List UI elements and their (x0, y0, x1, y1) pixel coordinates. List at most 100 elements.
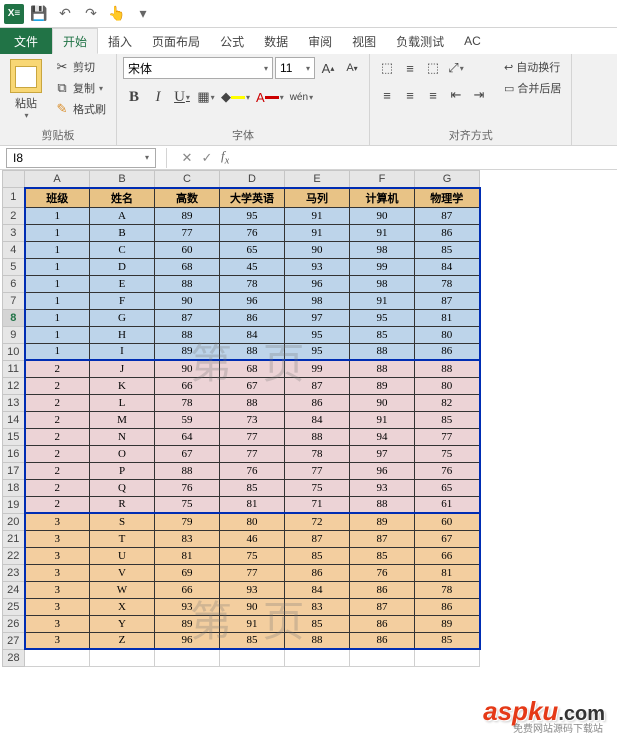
cell[interactable]: Z (90, 632, 155, 649)
cell[interactable]: 96 (285, 275, 350, 292)
cell[interactable]: 90 (220, 598, 285, 615)
column-header[interactable]: A (25, 171, 90, 188)
cell[interactable]: 94 (350, 428, 415, 445)
cell[interactable]: 84 (415, 258, 480, 275)
cell[interactable]: 2 (25, 479, 90, 496)
cell[interactable]: 98 (285, 292, 350, 309)
merge-button[interactable]: ▭合并后居 (500, 78, 565, 98)
cell[interactable]: 1 (25, 207, 90, 224)
cell[interactable]: 81 (220, 496, 285, 513)
cell[interactable]: 88 (155, 326, 220, 343)
cell[interactable]: 91 (350, 292, 415, 309)
row-header[interactable]: 16 (3, 445, 25, 462)
align-left-button[interactable]: ≡ (376, 84, 398, 106)
cell[interactable]: 45 (220, 258, 285, 275)
font-color-button[interactable]: A▾ (254, 86, 286, 108)
cell[interactable]: 87 (415, 207, 480, 224)
cell[interactable]: 78 (285, 445, 350, 462)
tab-loadtest[interactable]: 负载测试 (386, 28, 454, 54)
row-header[interactable]: 26 (3, 615, 25, 632)
cell[interactable]: 2 (25, 411, 90, 428)
cell[interactable]: 78 (415, 581, 480, 598)
underline-button[interactable]: U▾ (171, 86, 193, 108)
format-painter-button[interactable]: ✎格式刷 (50, 99, 110, 119)
cell[interactable]: 2 (25, 445, 90, 462)
cell[interactable]: 86 (285, 564, 350, 581)
cell[interactable]: O (90, 445, 155, 462)
cell[interactable]: Y (90, 615, 155, 632)
cell[interactable]: 1 (25, 241, 90, 258)
cell[interactable]: 89 (155, 207, 220, 224)
cell[interactable]: 2 (25, 428, 90, 445)
cell[interactable]: 85 (415, 411, 480, 428)
row-header[interactable]: 22 (3, 547, 25, 564)
cell[interactable]: 88 (350, 360, 415, 377)
cell[interactable]: W (90, 581, 155, 598)
cell[interactable]: 89 (350, 377, 415, 394)
column-header[interactable]: E (285, 171, 350, 188)
cell[interactable]: 73 (220, 411, 285, 428)
cell[interactable]: L (90, 394, 155, 411)
cell[interactable]: 89 (415, 615, 480, 632)
cell[interactable]: 2 (25, 360, 90, 377)
cell[interactable]: 87 (350, 530, 415, 547)
cell[interactable]: 77 (220, 564, 285, 581)
cell[interactable]: P (90, 462, 155, 479)
cell[interactable]: 67 (415, 530, 480, 547)
cell[interactable]: 66 (155, 377, 220, 394)
column-header[interactable]: D (220, 171, 285, 188)
cell[interactable]: 86 (350, 581, 415, 598)
cell[interactable] (350, 649, 415, 666)
cell[interactable]: 90 (350, 394, 415, 411)
cell[interactable]: 86 (415, 598, 480, 615)
cell[interactable]: 46 (220, 530, 285, 547)
undo-button[interactable]: ↶ (54, 3, 76, 25)
cell[interactable]: 98 (350, 275, 415, 292)
row-header[interactable]: 19 (3, 496, 25, 513)
cell[interactable]: 93 (155, 598, 220, 615)
cell[interactable]: 1 (25, 343, 90, 360)
row-header[interactable]: 23 (3, 564, 25, 581)
cell[interactable]: 78 (220, 275, 285, 292)
cell[interactable]: 85 (220, 479, 285, 496)
cell[interactable]: U (90, 547, 155, 564)
cell[interactable]: 2 (25, 496, 90, 513)
cell[interactable] (90, 649, 155, 666)
cell[interactable]: 86 (285, 394, 350, 411)
cell[interactable]: 88 (285, 632, 350, 649)
cell[interactable]: 68 (220, 360, 285, 377)
cell[interactable]: 76 (220, 224, 285, 241)
cell[interactable]: 1 (25, 309, 90, 326)
row-header[interactable]: 21 (3, 530, 25, 547)
cell[interactable]: 91 (220, 615, 285, 632)
cell[interactable]: 1 (25, 224, 90, 241)
touch-mode-button[interactable]: 👆 (106, 3, 128, 25)
cell[interactable]: 83 (155, 530, 220, 547)
tab-formula[interactable]: 公式 (210, 28, 254, 54)
cell[interactable]: 91 (285, 224, 350, 241)
align-top-button[interactable]: ⬚ (376, 57, 398, 79)
tab-view[interactable]: 视图 (342, 28, 386, 54)
cell[interactable] (415, 649, 480, 666)
cell[interactable]: 87 (415, 292, 480, 309)
cell[interactable] (285, 649, 350, 666)
column-header[interactable]: C (155, 171, 220, 188)
cell[interactable]: 3 (25, 632, 90, 649)
cell[interactable]: 85 (415, 632, 480, 649)
column-header[interactable]: F (350, 171, 415, 188)
cell[interactable]: 68 (155, 258, 220, 275)
cell[interactable]: 64 (155, 428, 220, 445)
formula-input[interactable] (229, 148, 617, 168)
cell[interactable]: V (90, 564, 155, 581)
cell[interactable]: S (90, 513, 155, 530)
column-header[interactable]: G (415, 171, 480, 188)
row-header[interactable]: 1 (3, 188, 25, 208)
cell[interactable]: 67 (220, 377, 285, 394)
cell[interactable]: 60 (415, 513, 480, 530)
cell[interactable]: 87 (285, 530, 350, 547)
cell[interactable]: 65 (415, 479, 480, 496)
cell[interactable]: 81 (415, 564, 480, 581)
row-header[interactable]: 15 (3, 428, 25, 445)
cell[interactable]: 85 (415, 241, 480, 258)
cell[interactable]: 66 (415, 547, 480, 564)
